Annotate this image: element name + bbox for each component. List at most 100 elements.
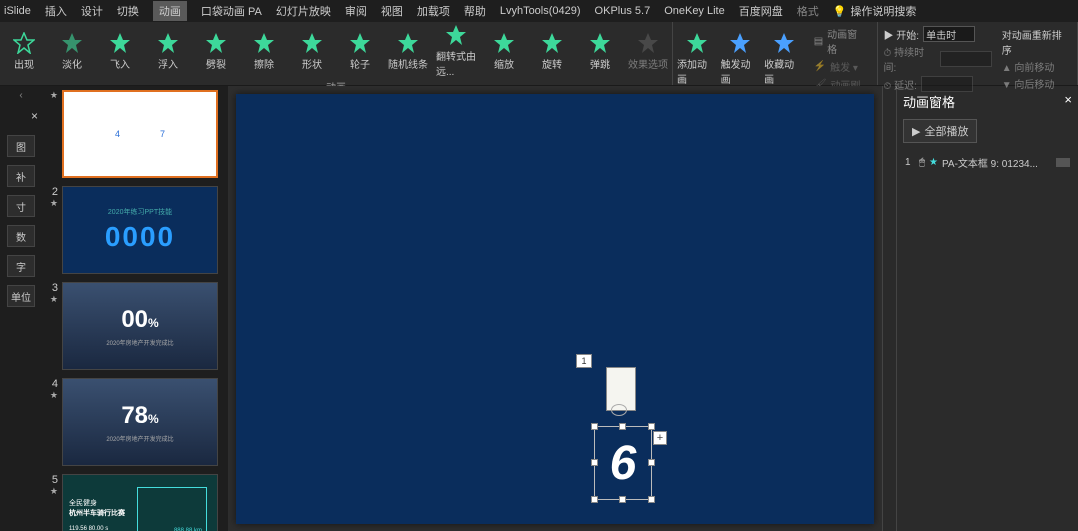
slide-thumbnails[interactable]: ★ 47 2★ 2020年练习PPT技能0000 3★ 00%2020年房地产开… bbox=[42, 86, 228, 531]
anim-floatin[interactable]: 浮入 bbox=[148, 32, 188, 71]
animation-pane: 动画窗格 × ▶ 全部播放 1 🖱 ★ PA-文本框 9: 01234... bbox=[896, 86, 1078, 531]
tool-button[interactable]: 单位 bbox=[7, 285, 35, 307]
slide-thumbnail[interactable]: 2020年练习PPT技能0000 bbox=[62, 186, 218, 274]
anim-zoom[interactable]: 缩放 bbox=[484, 32, 524, 71]
menu-bar: iSlide 插入 设计 切换 动画 口袋动画 PA 幻灯片放映 审阅 视图 加… bbox=[0, 0, 1078, 22]
resize-handle[interactable] bbox=[648, 496, 655, 503]
vertical-scrollbar[interactable] bbox=[882, 86, 896, 531]
star-icon bbox=[109, 32, 131, 54]
star-icon bbox=[445, 24, 467, 46]
anim-indicator-icon: ★ bbox=[50, 90, 58, 101]
resize-handle[interactable] bbox=[619, 496, 626, 503]
anim-swivel[interactable]: 旋转 bbox=[532, 32, 572, 71]
anim-indicator-icon: ★ bbox=[50, 198, 58, 209]
start-label: ▶ 开始: bbox=[884, 27, 920, 42]
slide-canvas-area[interactable]: 1 6 + bbox=[228, 86, 882, 531]
anim-randombars[interactable]: 随机线条 bbox=[388, 32, 428, 71]
shape-object[interactable] bbox=[606, 367, 636, 411]
anim-growturn[interactable]: 翻转式由远... bbox=[436, 24, 476, 78]
menu-item[interactable]: 加载项 bbox=[417, 3, 450, 19]
star-icon bbox=[253, 32, 275, 54]
menu-item[interactable]: 百度网盘 bbox=[739, 3, 783, 19]
slide-thumbnail[interactable]: 78%2020年房地产开发完成比 bbox=[62, 378, 218, 466]
anim-split[interactable]: 劈裂 bbox=[196, 32, 236, 71]
menu-item[interactable]: OKPlus 5.7 bbox=[595, 5, 651, 17]
play-all-button[interactable]: ▶ 全部播放 bbox=[903, 119, 977, 143]
ribbon: 出现 淡化 飞入 浮入 劈裂 擦除 形状 轮子 随机线条 翻转式由远... 缩放… bbox=[0, 22, 1078, 86]
resize-handle[interactable] bbox=[619, 423, 626, 430]
menu-item[interactable]: 幻灯片放映 bbox=[276, 3, 331, 19]
side-toolbar: ‹ × 图 补 寸 数 字 单位 bbox=[0, 86, 42, 531]
menu-item[interactable]: 切换 bbox=[117, 3, 139, 19]
delay-label: ⏲ 延迟: bbox=[884, 77, 917, 92]
menu-item[interactable]: 审阅 bbox=[345, 3, 367, 19]
slide-thumbnail[interactable]: 00%2020年房地产开发完成比 bbox=[62, 282, 218, 370]
resize-handle[interactable] bbox=[591, 459, 598, 466]
anim-shape[interactable]: 形状 bbox=[292, 32, 332, 71]
selected-textbox[interactable]: 6 + bbox=[594, 426, 652, 500]
star-icon bbox=[773, 32, 795, 54]
trigger-dropdown[interactable]: ⚡触发 ▾ bbox=[814, 59, 867, 74]
resize-handle[interactable] bbox=[591, 496, 598, 503]
resize-handle[interactable] bbox=[648, 423, 655, 430]
mouse-icon: 🖱 bbox=[919, 157, 925, 168]
timeline-bar[interactable] bbox=[1056, 158, 1070, 167]
slide-thumbnail[interactable]: 47 bbox=[62, 90, 218, 178]
animation-pane-toggle[interactable]: ▤动画窗格 bbox=[814, 26, 867, 56]
animation-order-tag[interactable]: 1 bbox=[576, 354, 592, 368]
menu-item[interactable]: iSlide bbox=[4, 5, 31, 17]
star-icon: ★ bbox=[929, 157, 938, 168]
slide-thumbnail[interactable]: 全民健身 杭州半车骑行比赛 119.56 80.00 s 8170.5 144.… bbox=[62, 474, 218, 531]
move-earlier-button[interactable]: ▲ 向前移动 bbox=[1002, 59, 1071, 74]
menu-item-active[interactable]: 动画 bbox=[153, 1, 187, 21]
menu-item[interactable]: 帮助 bbox=[464, 3, 486, 19]
star-icon bbox=[301, 32, 323, 54]
add-button[interactable]: + bbox=[653, 431, 667, 445]
resize-handle[interactable] bbox=[648, 459, 655, 466]
move-later-button[interactable]: ▼ 向后移动 bbox=[1002, 76, 1071, 91]
anim-fade[interactable]: 淡化 bbox=[52, 32, 92, 71]
animation-list-item[interactable]: 1 🖱 ★ PA-文本框 9: 01234... bbox=[903, 153, 1072, 172]
menu-item[interactable]: 视图 bbox=[381, 3, 403, 19]
menu-item[interactable]: LvyhTools(0429) bbox=[500, 5, 581, 17]
tool-button[interactable]: 数 bbox=[7, 225, 35, 247]
animation-gallery[interactable]: 出现 淡化 飞入 浮入 劈裂 擦除 形状 轮子 随机线条 翻转式由远... 缩放… bbox=[4, 24, 668, 78]
close-icon[interactable]: × bbox=[1064, 92, 1072, 111]
resize-handle[interactable] bbox=[591, 423, 598, 430]
tool-button[interactable]: 图 bbox=[7, 135, 35, 157]
duration-input[interactable] bbox=[940, 51, 992, 67]
tool-button[interactable]: 补 bbox=[7, 165, 35, 187]
delay-input[interactable] bbox=[921, 76, 973, 92]
anim-wipe[interactable]: 擦除 bbox=[244, 32, 284, 71]
slide-canvas[interactable]: 1 6 + bbox=[236, 94, 874, 524]
anim-indicator-icon: ★ bbox=[50, 486, 58, 497]
anim-indicator-icon: ★ bbox=[50, 390, 58, 401]
menu-item[interactable]: 插入 bbox=[45, 3, 67, 19]
anim-bounce[interactable]: 弹跳 bbox=[580, 32, 620, 71]
star-icon bbox=[61, 32, 83, 54]
close-icon[interactable]: × bbox=[31, 109, 38, 123]
star-icon bbox=[637, 32, 659, 54]
star-plus-icon bbox=[686, 32, 708, 54]
tool-button[interactable]: 寸 bbox=[7, 195, 35, 217]
star-icon bbox=[157, 32, 179, 54]
trigger-icon: ⚡ bbox=[814, 61, 826, 72]
menu-item[interactable]: OneKey Lite bbox=[664, 5, 725, 17]
anim-wheel[interactable]: 轮子 bbox=[340, 32, 380, 71]
start-select[interactable] bbox=[923, 26, 975, 42]
reorder-title: 对动画重新排序 bbox=[1002, 27, 1071, 57]
menu-item[interactable]: 口袋动画 PA bbox=[201, 3, 262, 19]
chevron-left-icon[interactable]: ‹ bbox=[19, 90, 22, 101]
tool-button[interactable]: 字 bbox=[7, 255, 35, 277]
star-icon bbox=[729, 32, 751, 54]
menu-item[interactable]: 格式 bbox=[797, 3, 819, 19]
add-animation-button[interactable]: 添加动画 bbox=[677, 32, 717, 86]
anim-flyin[interactable]: 飞入 bbox=[100, 32, 140, 71]
anim-appear[interactable]: 出现 bbox=[4, 32, 44, 71]
trigger-animation-button[interactable]: 触发动画 bbox=[721, 32, 761, 86]
favorite-animation-button[interactable]: 收藏动画 bbox=[764, 32, 804, 86]
tell-me-search[interactable]: 💡 操作说明搜索 bbox=[833, 3, 917, 19]
effect-options[interactable]: 效果选项 bbox=[628, 32, 668, 71]
star-icon bbox=[349, 32, 371, 54]
menu-item[interactable]: 设计 bbox=[81, 3, 103, 19]
